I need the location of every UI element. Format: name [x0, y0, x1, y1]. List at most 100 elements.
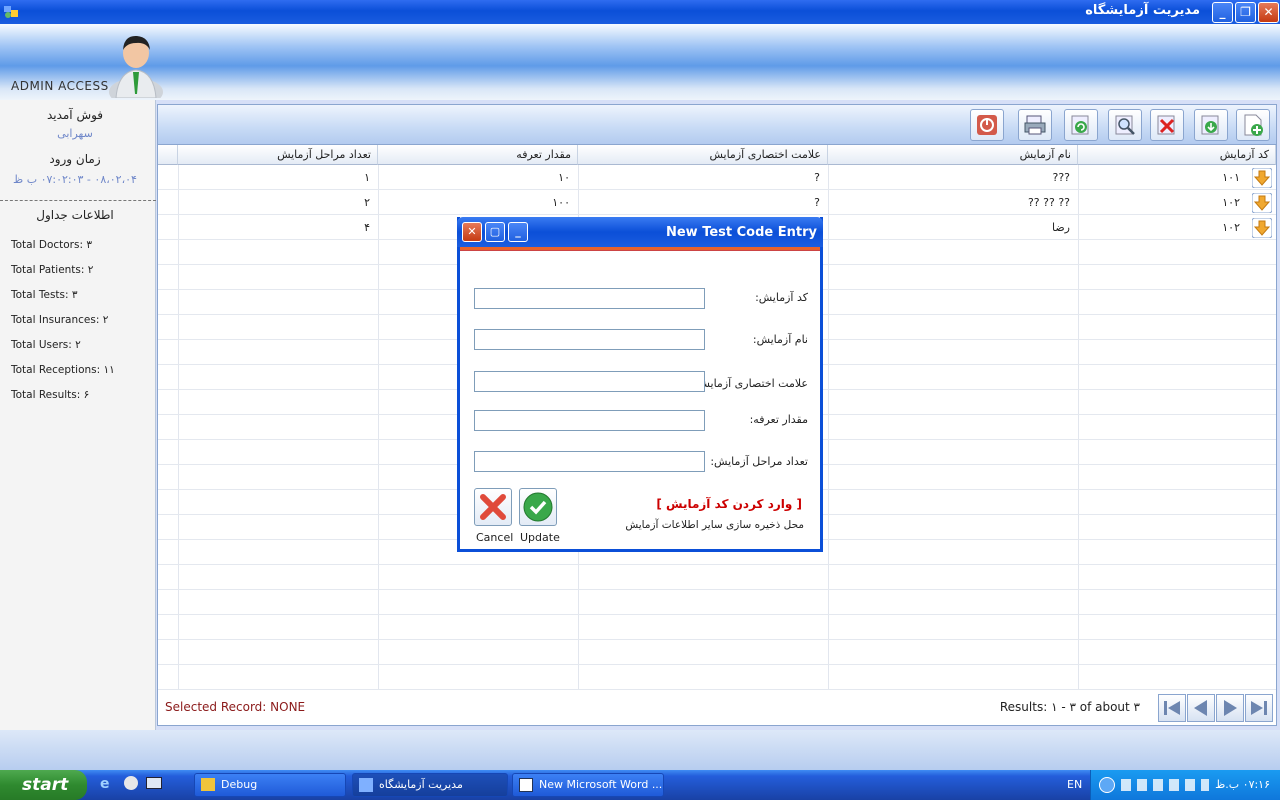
cancel-icon: [480, 494, 506, 520]
sidebar-divider: [0, 200, 156, 201]
last-page-icon: [1251, 701, 1267, 715]
search-icon: [1115, 115, 1135, 135]
dialog-maximize-button[interactable]: ▢: [485, 222, 505, 242]
last-page-button[interactable]: [1245, 694, 1273, 722]
save-button[interactable]: [1194, 109, 1228, 141]
toolbar: [158, 105, 1276, 145]
check-icon: [523, 492, 553, 522]
task-word[interactable]: New Microsoft Word ...: [512, 773, 664, 797]
cell-name: ?? ?? ??: [1027, 196, 1070, 209]
sidebar: فوش آمدید سهرابی زمان ورود ۰۸،۰۲،۰۴ - ۰۷…: [0, 100, 156, 730]
cell-steps: ۱: [364, 171, 370, 184]
tray-expand-icon[interactable]: [1099, 777, 1115, 793]
print-icon: [1024, 115, 1046, 135]
steps-input[interactable]: [474, 451, 705, 472]
window-titlebar: مدیریت آزمایشگاه _ ❐ ✕: [0, 0, 1280, 24]
language-indicator[interactable]: EN: [1067, 778, 1082, 791]
stat-receptions: Total Receptions: ۱۱: [11, 364, 115, 376]
col-header-steps[interactable]: تعداد مراحل آزمایش: [178, 145, 378, 165]
stat-results: Total Results: ۶: [11, 389, 90, 401]
tariff-label: مقدار تعرفه:: [749, 413, 808, 426]
test-code-input[interactable]: [474, 288, 705, 309]
cell-code: ۱۰۱: [1222, 171, 1240, 184]
folder-icon: [201, 778, 215, 791]
cell-abbr: ?: [814, 196, 820, 209]
save-icon: [1201, 115, 1219, 135]
delete-button[interactable]: [1150, 109, 1184, 141]
clock: ۰۷:۱۶ ب.ظ: [1215, 778, 1270, 791]
task-debug[interactable]: Debug: [194, 773, 346, 797]
col-header-code[interactable]: کد آزمایش: [1078, 145, 1276, 165]
add-icon: [1244, 114, 1263, 136]
next-page-button[interactable]: [1216, 694, 1244, 722]
results-count: Results: ۱ - ۳ of about ۳: [999, 700, 1140, 714]
print-button[interactable]: [1018, 109, 1052, 141]
test-abbr-input[interactable]: [474, 371, 705, 392]
clock-icon[interactable]: [124, 776, 138, 790]
start-button[interactable]: start: [0, 770, 87, 800]
next-page-icon: [1224, 700, 1237, 716]
add-button[interactable]: [1236, 109, 1270, 141]
task-label: New Microsoft Word ...: [539, 778, 663, 791]
search-button[interactable]: [1108, 109, 1142, 141]
row-arrow-icon[interactable]: [1252, 168, 1272, 188]
cell-tariff: ۱۰۰: [552, 196, 570, 209]
dialog-titlebar: ✕ ▢ _ New Test Code Entry: [457, 217, 823, 247]
cancel-button[interactable]: [474, 488, 512, 526]
tray-icons[interactable]: [1121, 779, 1209, 791]
table-row-empty: [158, 640, 1276, 665]
cell-steps: ۴: [364, 221, 370, 234]
dialog-minimize-button[interactable]: _: [508, 222, 528, 242]
window-title: مدیریت آزمایشگاه: [1085, 3, 1200, 18]
power-icon: [977, 115, 997, 135]
row-arrow-icon[interactable]: [1252, 218, 1272, 238]
col-header-tariff[interactable]: مقدار تعرفه: [378, 145, 578, 165]
table-row[interactable]: ۱۰۱ ??? ? ۱۰ ۱: [158, 165, 1276, 190]
abbr-label: علامت اختصاری آزمایش:: [692, 377, 808, 390]
update-button[interactable]: [519, 488, 557, 526]
entry-heading: [ وارد کردن کد آزمایش ]: [656, 497, 802, 511]
dialog-close-button[interactable]: ✕: [462, 222, 482, 242]
dialog-accent-bar: [460, 247, 820, 251]
col-header-name[interactable]: نام آزمایش: [828, 145, 1078, 165]
prev-page-button[interactable]: [1187, 694, 1215, 722]
col-header-abbr[interactable]: علامت اختصاری آزمایش: [578, 145, 828, 165]
cell-code: ۱۰۲: [1222, 221, 1240, 234]
taskbar: start e Debug مدیریت آزمایشگاه New Micro…: [0, 770, 1280, 800]
refresh-button[interactable]: [1064, 109, 1098, 141]
cell-name: رضا: [1051, 221, 1070, 234]
cell-abbr: ?: [814, 171, 820, 184]
first-page-button[interactable]: [1158, 694, 1186, 722]
admin-access-label: ADMIN ACCESS: [11, 79, 109, 93]
restore-button[interactable]: ❐: [1235, 2, 1256, 23]
desktop-icon[interactable]: [146, 777, 162, 789]
task-lab-app[interactable]: مدیریت آزمایشگاه: [352, 773, 508, 797]
app-icon: [359, 778, 373, 792]
code-label: کد آزمایش:: [755, 291, 808, 304]
user-name: سهرابی: [57, 127, 93, 140]
table-row-empty: [158, 565, 1276, 590]
system-tray: EN ۰۷:۱۶ ب.ظ: [1067, 770, 1280, 800]
row-arrow-icon[interactable]: [1252, 193, 1272, 213]
entry-note: محل ذخیره سازی سایر اطلاعات آزمایش: [625, 519, 804, 531]
close-button[interactable]: ✕: [1258, 2, 1279, 23]
table-row-empty: [158, 615, 1276, 640]
power-button[interactable]: [970, 109, 1004, 141]
login-time-value: ۰۸،۰۲،۰۴ - ۰۷:۰۲:۰۳ ب ظ: [13, 173, 137, 186]
table-row[interactable]: ۱۰۲ ?? ?? ?? ? ۱۰۰ ۲: [158, 190, 1276, 215]
word-icon: [519, 778, 533, 792]
first-page-icon: [1164, 701, 1180, 715]
tariff-input[interactable]: [474, 410, 705, 431]
task-label: مدیریت آزمایشگاه: [379, 778, 463, 791]
minimize-button[interactable]: _: [1212, 2, 1233, 23]
stat-patients: Total Patients: ۲: [11, 264, 94, 276]
test-name-input[interactable]: [474, 329, 705, 350]
table-row-empty: [158, 590, 1276, 615]
ie-icon[interactable]: e: [100, 776, 110, 792]
dialog-title: New Test Code Entry: [665, 225, 817, 240]
cell-code: ۱۰۲: [1222, 196, 1240, 209]
tables-info-title: اطلاعات جداول: [36, 208, 114, 222]
grid-footer: Selected Record: NONE Results: ۱ - ۳ of …: [158, 690, 1276, 725]
stat-tests: Total Tests: ۳: [11, 289, 78, 301]
task-label: Debug: [221, 778, 258, 791]
